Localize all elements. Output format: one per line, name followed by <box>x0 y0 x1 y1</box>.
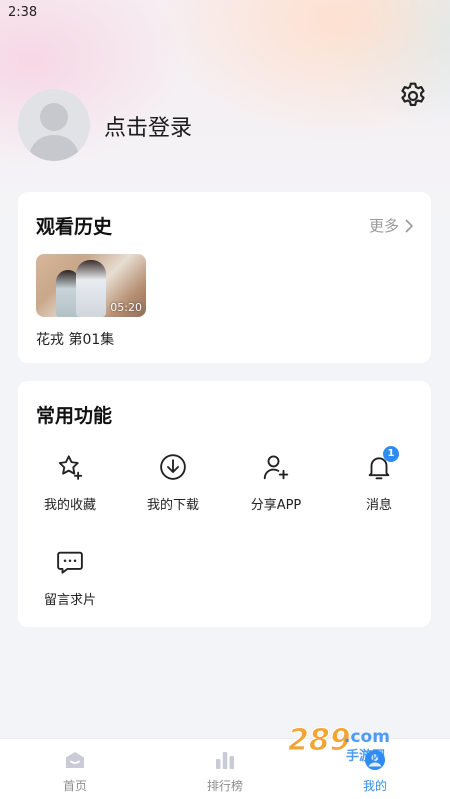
favorites-label: 我的收藏 <box>43 498 96 513</box>
avatar[interactable] <box>18 89 90 161</box>
downloads-button[interactable]: 我的下载 <box>121 452 225 522</box>
history-item-title[interactable]: 花戎 第01集 <box>36 329 114 349</box>
favorites-button[interactable]: 我的收藏 <box>18 452 122 522</box>
nav-home-label: 首页 <box>62 779 87 793</box>
share-app-label: 分享APP <box>250 498 302 513</box>
ranking-icon <box>216 752 234 769</box>
request-movie-button[interactable]: 留言求片 <box>18 547 122 617</box>
download-icon <box>160 454 186 480</box>
messages-label: 消息 <box>365 498 392 513</box>
add-user-icon <box>263 455 289 480</box>
svg-text:289: 289 <box>288 723 351 758</box>
history-item-thumbnail[interactable]: 05:20 <box>36 254 146 317</box>
share-app-button[interactable]: 分享APP <box>224 452 328 522</box>
nav-profile-label: 我的 <box>362 779 387 793</box>
login-link[interactable]: 点击登录 <box>104 110 192 142</box>
downloads-label: 我的下载 <box>146 498 199 513</box>
more-label: 更多 <box>368 217 399 235</box>
nav-home[interactable]: 首页 <box>0 739 150 799</box>
default-avatar-icon <box>28 103 80 161</box>
settings-button[interactable] <box>397 80 429 112</box>
home-icon <box>66 752 84 768</box>
nav-ranking-label: 排行榜 <box>206 779 243 793</box>
nav-ranking[interactable]: 排行榜 <box>150 739 300 799</box>
history-more-link[interactable]: 更多 <box>369 215 413 236</box>
svg-text:手游网: 手游网 <box>346 748 385 764</box>
messages-button[interactable]: 1 消息 <box>327 446 431 522</box>
functions-title: 常用功能 <box>36 405 113 427</box>
message-icon <box>57 551 83 574</box>
gear-icon <box>401 82 425 106</box>
functions-card: 常用功能 我的收藏 我的下载 分享APP 1 消息 留言求片 <box>18 381 431 627</box>
history-card: 观看历史 更多 05:20 花戎 第01集 <box>18 192 431 363</box>
watermark-logo: 289 .com 手游网 <box>288 723 390 765</box>
history-title: 观看历史 <box>36 216 113 238</box>
request-movie-label: 留言求片 <box>43 593 96 608</box>
notification-badge: 1 <box>383 446 399 462</box>
svg-text:.com: .com <box>344 727 390 747</box>
chevron-right-icon <box>405 218 413 233</box>
thumbnail-figure <box>76 260 106 317</box>
status-bar-time: 2:38 <box>8 5 38 20</box>
history-item-duration: 05:20 <box>110 301 142 314</box>
star-icon <box>58 455 83 480</box>
